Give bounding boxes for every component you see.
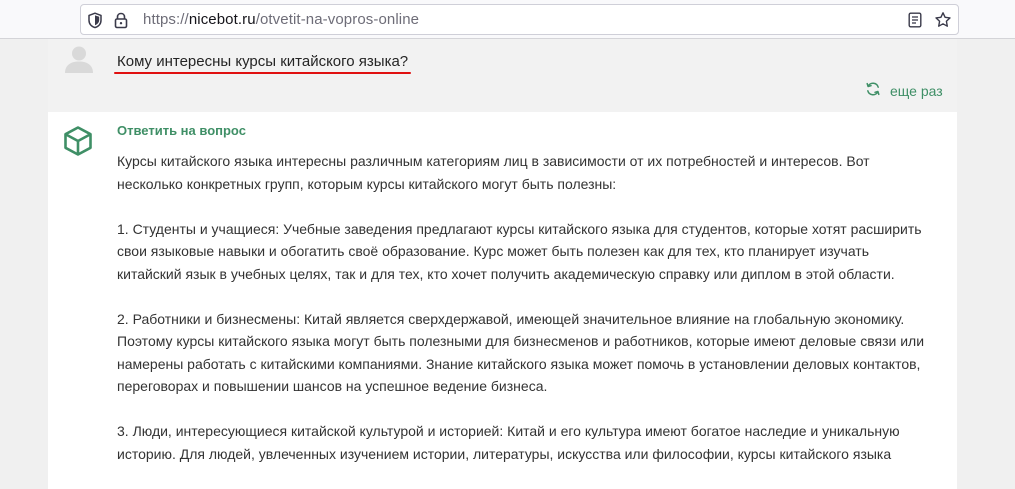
- lock-icon[interactable]: [114, 12, 128, 34]
- question-underline: [114, 72, 411, 74]
- bookmark-star-icon[interactable]: [934, 11, 952, 34]
- reader-view-icon[interactable]: [908, 12, 922, 33]
- answer-paragraph-students: 1. Студенты и учащиеся: Учебные заведени…: [117, 220, 922, 282]
- shield-icon[interactable]: [87, 12, 103, 34]
- answer-paragraph-culture: 3. Люди, интересующиеся китайской культу…: [117, 423, 900, 462]
- ask-again-button[interactable]: еще раз: [865, 81, 943, 101]
- url-host: nicebot.ru: [188, 11, 256, 28]
- question-title: Кому интересны курсы китайского языка?: [117, 53, 409, 70]
- address-bar[interactable]: https://nicebot.ru/otvetit-na-vopros-onl…: [80, 4, 959, 35]
- answer-paragraph-intro: Курсы китайского языка интересны различн…: [117, 153, 870, 192]
- answer-heading: Ответить на вопрос: [117, 123, 246, 138]
- answer-body: Курсы китайского языка интересны различн…: [117, 150, 937, 488]
- url-path: /otvetit-na-vopros-online: [255, 11, 420, 28]
- answer-panel: Ответить на вопрос Курсы китайского язык…: [48, 112, 957, 489]
- question-panel: Кому интересны курсы китайского языка? е…: [48, 39, 957, 112]
- answer-paragraph-business: 2. Работники и бизнесмены: Китай являетс…: [117, 310, 925, 395]
- user-avatar-icon: [64, 44, 94, 79]
- url-protocol: https://: [143, 11, 189, 28]
- refresh-icon: [865, 81, 881, 102]
- ask-again-label: еще раз: [890, 83, 943, 99]
- browser-toolbar: https://nicebot.ru/otvetit-na-vopros-onl…: [0, 0, 1015, 39]
- url-text[interactable]: https://nicebot.ru/otvetit-na-vopros-onl…: [143, 11, 419, 28]
- cube-icon: [62, 125, 94, 162]
